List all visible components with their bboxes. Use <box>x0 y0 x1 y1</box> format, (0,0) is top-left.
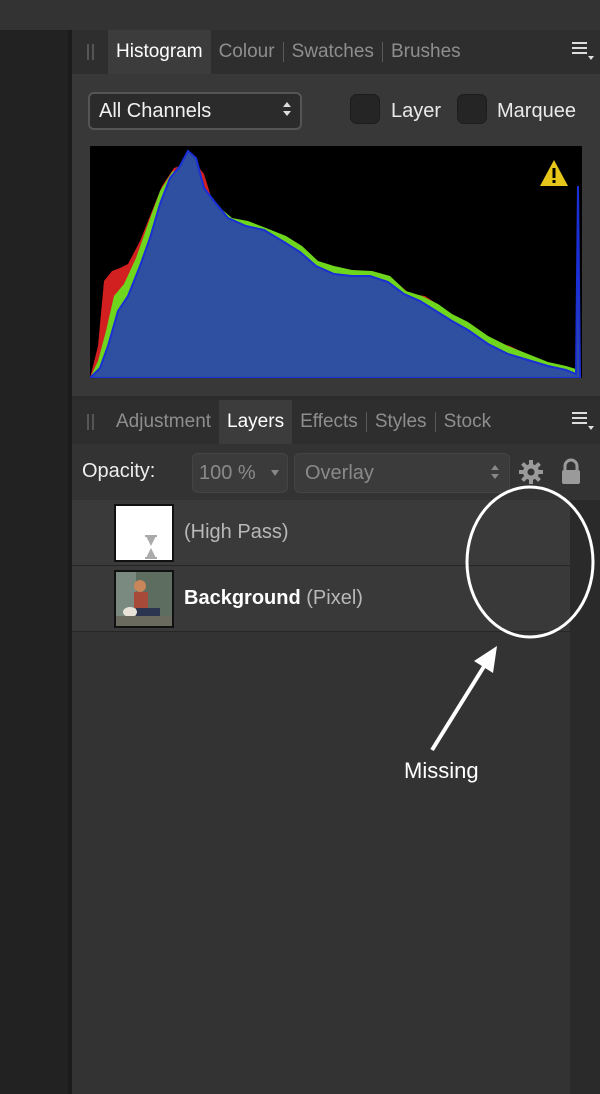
opacity-field[interactable]: 100 % <box>192 453 288 493</box>
tab-layers[interactable]: Layers <box>219 400 293 444</box>
layers-panel: Adjustment Layers Effects Styles Stock O… <box>72 400 600 1094</box>
layer-row-high-pass[interactable]: (High Pass) <box>72 500 570 566</box>
updown-arrows-icon <box>491 465 499 483</box>
marquee-checkbox[interactable] <box>457 94 487 124</box>
layer-name: Background (Pixel) <box>184 587 363 610</box>
drag-grip-icon[interactable] <box>72 400 108 444</box>
histogram-tabbar: Histogram Colour Swatches Brushes <box>72 30 600 74</box>
tab-adjustment[interactable]: Adjustment <box>108 400 219 444</box>
histogram-panel: Histogram Colour Swatches Brushes All Ch… <box>72 30 600 396</box>
tab-stock[interactable]: Stock <box>436 400 500 444</box>
dropdown-arrow-icon <box>271 470 279 476</box>
gear-icon[interactable] <box>518 459 544 485</box>
histogram-graph <box>90 146 582 378</box>
tab-histogram[interactable]: Histogram <box>108 30 211 74</box>
panel-menu-icon[interactable] <box>572 42 594 62</box>
lock-icon[interactable] <box>560 458 582 486</box>
layer-name: (High Pass) <box>184 521 288 544</box>
opacity-row: Opacity: 100 % Overlay <box>72 444 600 500</box>
tab-brushes[interactable]: Brushes <box>383 30 469 74</box>
tab-colour[interactable]: Colour <box>211 30 283 74</box>
layers-scrollbar[interactable] <box>570 500 600 1094</box>
tab-swatches[interactable]: Swatches <box>284 30 382 74</box>
layers-list: (High Pass) Background (Pixel) <box>72 500 570 1094</box>
histogram-controls: All Channels Layer Marquee <box>88 92 600 132</box>
layers-tabbar: Adjustment Layers Effects Styles Stock <box>72 400 600 444</box>
annotation-label: Missing <box>404 758 479 783</box>
high-pass-thumbnail[interactable] <box>114 504 174 562</box>
blend-mode-value: Overlay <box>305 462 374 484</box>
layer-type: (High Pass) <box>184 521 289 543</box>
opacity-value: 100 % <box>199 462 256 484</box>
tab-effects[interactable]: Effects <box>292 400 366 444</box>
layer-title: Background <box>184 587 301 609</box>
drag-grip-icon[interactable] <box>72 30 108 74</box>
updown-arrows-icon <box>283 102 291 120</box>
photo-thumbnail[interactable] <box>114 570 174 628</box>
layer-row-background[interactable]: Background (Pixel) <box>72 566 570 632</box>
layer-checkbox-label: Layer <box>391 100 442 122</box>
tab-styles[interactable]: Styles <box>367 400 435 444</box>
layer-type: (Pixel) <box>306 587 363 609</box>
top-strip <box>0 0 600 30</box>
warning-triangle-icon <box>540 160 568 186</box>
channel-select[interactable]: All Channels <box>88 92 302 130</box>
channel-select-value: All Channels <box>99 100 212 122</box>
blend-mode-select[interactable]: Overlay <box>294 453 510 493</box>
panel-menu-icon[interactable] <box>572 412 594 432</box>
layer-checkbox[interactable] <box>350 94 380 124</box>
canvas-area[interactable] <box>0 30 68 1094</box>
opacity-label: Opacity: <box>82 460 156 482</box>
marquee-checkbox-label: Marquee <box>497 100 576 122</box>
